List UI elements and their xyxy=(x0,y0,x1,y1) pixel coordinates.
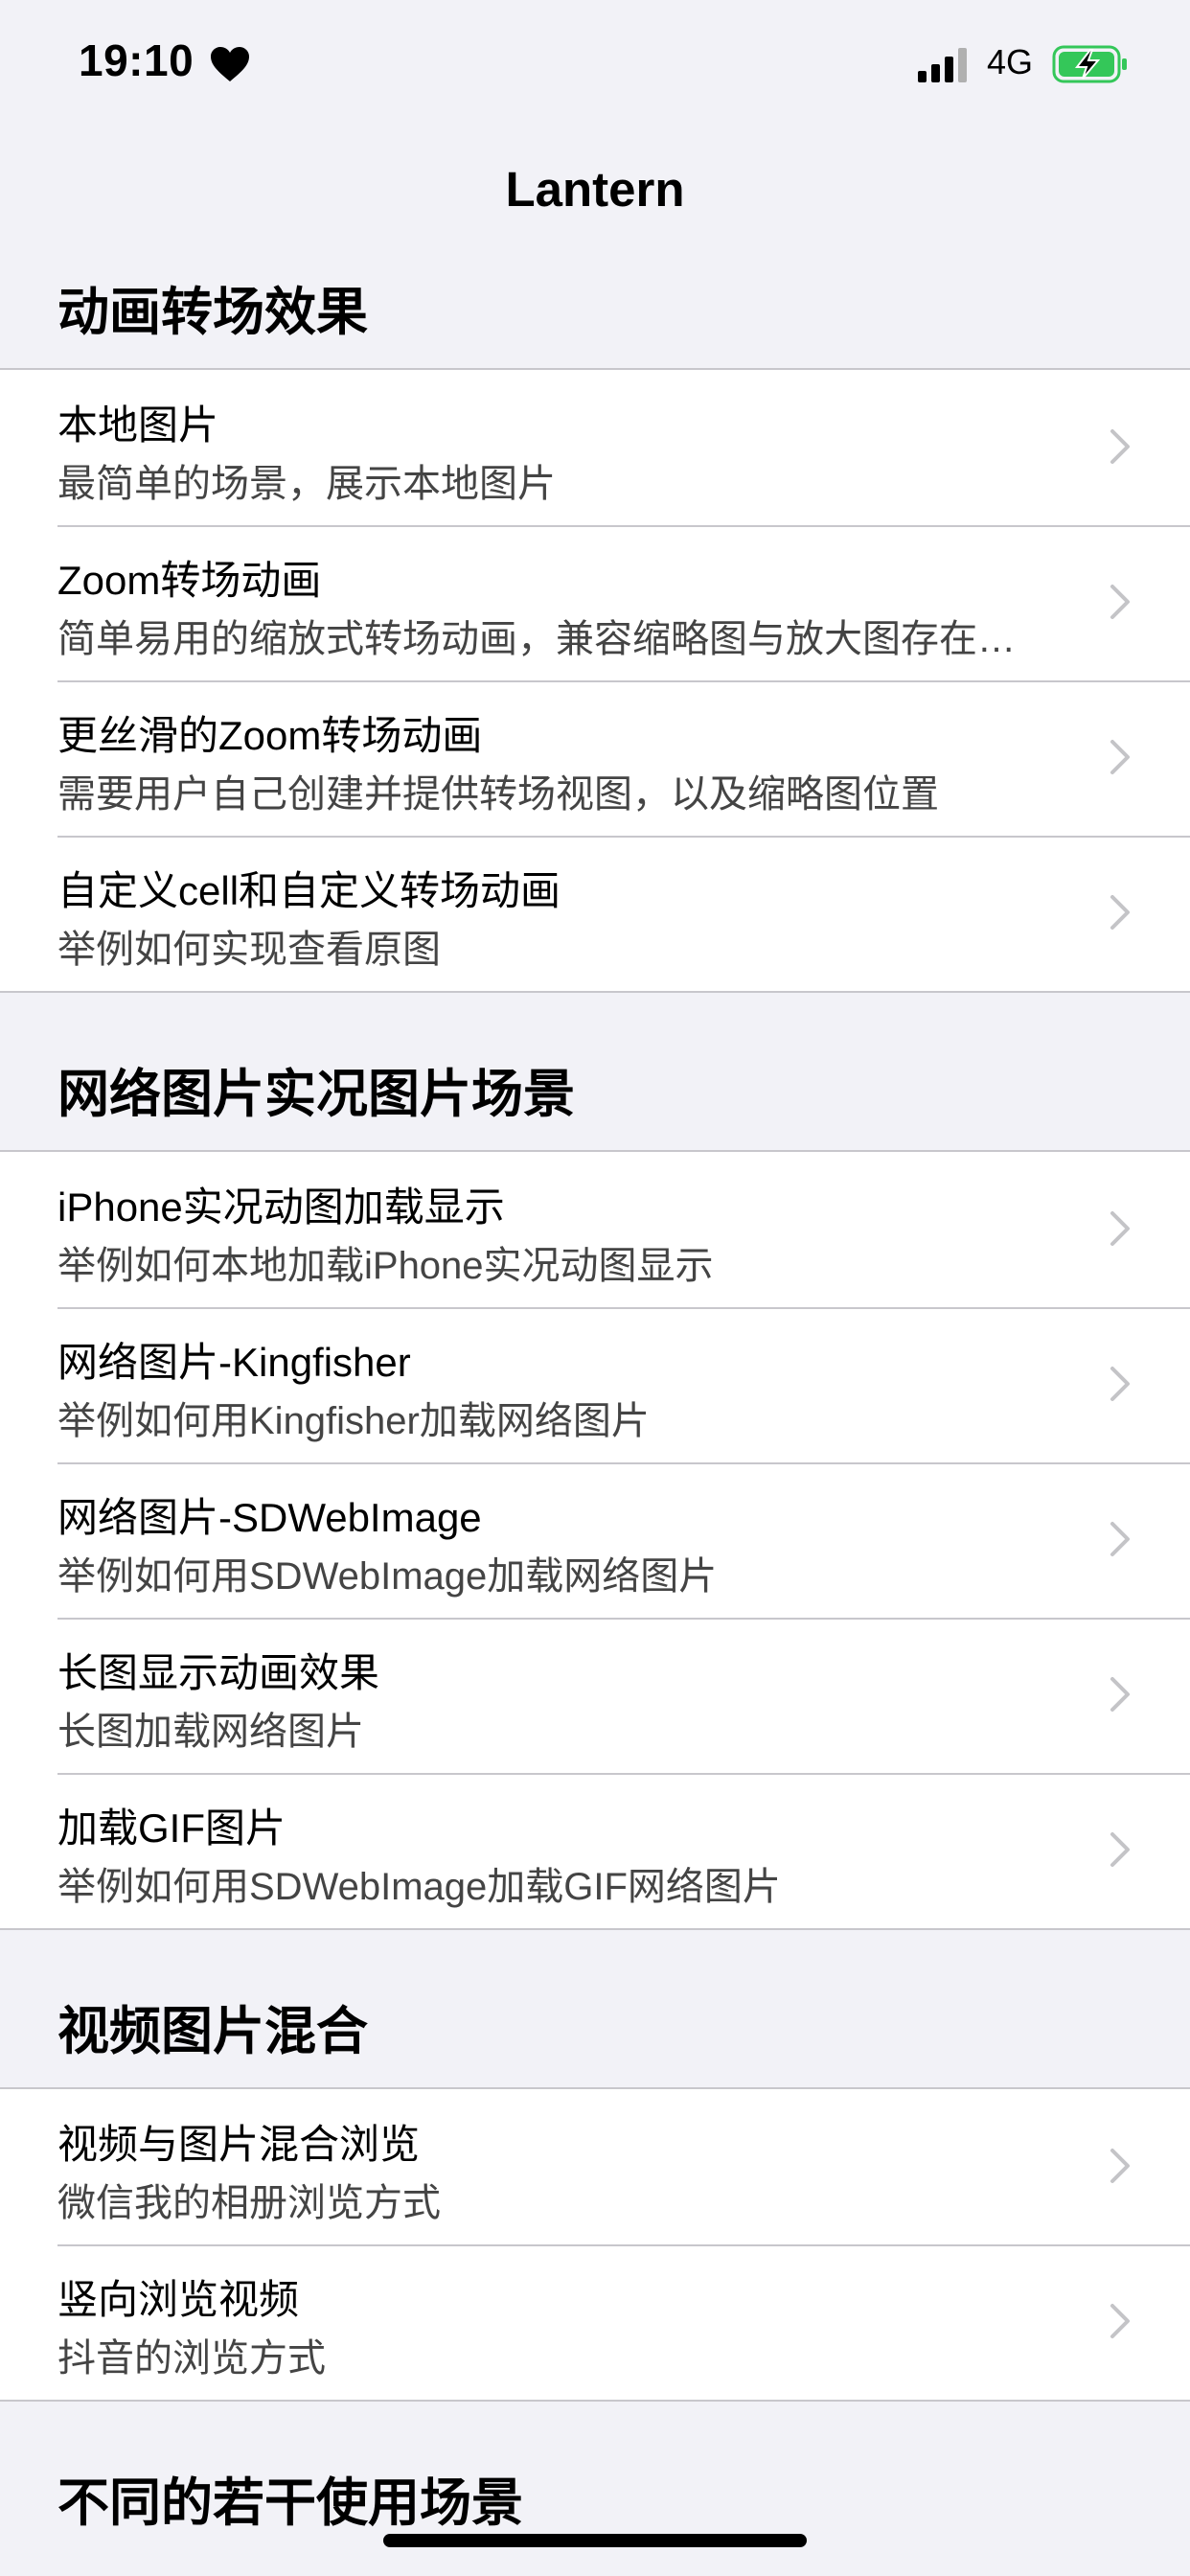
section-video-image-mix: 视频图片混合 视频与图片混合浏览 微信我的相册浏览方式 竖向浏览视频 抖音的浏览… xyxy=(0,1968,1190,2402)
row-subtitle: 需要用户自己创建并提供转场视图，以及缩略图位置 xyxy=(57,773,939,816)
table-view[interactable]: 动画转场效果 本地图片 最简单的场景，展示本地图片 Zoom转场动画 简单易用的… xyxy=(0,249,1190,2559)
home-indicator[interactable] xyxy=(383,2534,807,2547)
row-subtitle: 举例如何用SDWebImage加载网络图片 xyxy=(57,1555,718,1598)
table-row[interactable]: 视频与图片混合浏览 微信我的相册浏览方式 xyxy=(0,2089,1190,2244)
table-row[interactable]: 本地图片 最简单的场景，展示本地图片 xyxy=(0,370,1190,525)
table-row[interactable]: 网络图片-SDWebImage 举例如何用SDWebImage加载网络图片 xyxy=(0,1462,1190,1618)
section-header: 网络图片实况图片场景 xyxy=(0,1031,1190,1150)
signal-icon xyxy=(918,48,967,82)
table-row[interactable]: iPhone实况动图加载显示 举例如何本地加载iPhone实况动图显示 xyxy=(0,1152,1190,1307)
chevron-right-icon xyxy=(1110,585,1130,619)
section-body: iPhone实况动图加载显示 举例如何本地加载iPhone实况动图显示 网络图片… xyxy=(0,1150,1190,1930)
row-title: Zoom转场动画 xyxy=(57,558,322,603)
row-subtitle: 长图加载网络图片 xyxy=(57,1711,364,1753)
chevron-right-icon xyxy=(1110,1677,1130,1712)
section-body: 本地图片 最简单的场景，展示本地图片 Zoom转场动画 简单易用的缩放式转场动画… xyxy=(0,368,1190,993)
section-title: 网络图片实况图片场景 xyxy=(57,1066,575,1123)
heart-icon xyxy=(211,47,249,81)
chevron-right-icon xyxy=(1110,1832,1130,1867)
chevron-right-icon xyxy=(1110,895,1130,930)
network-type: 4G xyxy=(987,42,1034,81)
row-subtitle: 举例如何用SDWebImage加载GIF网络图片 xyxy=(57,1866,781,1908)
section-body: 视频与图片混合浏览 微信我的相册浏览方式 竖向浏览视频 抖音的浏览方式 xyxy=(0,2087,1190,2402)
table-row[interactable]: 长图显示动画效果 长图加载网络图片 xyxy=(0,1618,1190,1773)
status-bar: 19:10 4G xyxy=(0,0,1190,130)
chevron-right-icon xyxy=(1110,1367,1130,1401)
row-subtitle: 举例如何实现查看原图 xyxy=(57,929,441,971)
row-title: 视频与图片混合浏览 xyxy=(57,2122,421,2167)
row-subtitle: 抖音的浏览方式 xyxy=(57,2337,326,2380)
row-title: 网络图片-Kingfisher xyxy=(57,1340,411,1385)
chevron-right-icon xyxy=(1110,2304,1130,2338)
row-title: 更丝滑的Zoom转场动画 xyxy=(57,713,483,758)
section-header: 视频图片混合 xyxy=(0,1968,1190,2087)
row-title: 加载GIF图片 xyxy=(57,1806,286,1851)
row-subtitle: 微信我的相册浏览方式 xyxy=(57,2182,441,2224)
row-title: 自定义cell和自定义转场动画 xyxy=(57,868,561,913)
chevron-right-icon xyxy=(1110,2149,1130,2183)
row-subtitle: 最简单的场景，展示本地图片 xyxy=(57,463,556,505)
chevron-right-icon xyxy=(1110,1211,1130,1246)
table-row[interactable]: 自定义cell和自定义转场动画 举例如何实现查看原图 xyxy=(0,836,1190,991)
row-subtitle: 举例如何本地加载iPhone实况动图显示 xyxy=(57,1245,714,1287)
table-row[interactable]: 加载GIF图片 举例如何用SDWebImage加载GIF网络图片 xyxy=(0,1773,1190,1928)
row-title: 长图显示动画效果 xyxy=(57,1650,380,1695)
section-network-images: 网络图片实况图片场景 iPhone实况动图加载显示 举例如何本地加载iPhone… xyxy=(0,1031,1190,1930)
navigation-bar: Lantern xyxy=(0,130,1190,249)
section-title: 视频图片混合 xyxy=(57,2003,368,2060)
chevron-right-icon xyxy=(1110,740,1130,774)
row-title: 网络图片-SDWebImage xyxy=(57,1495,482,1540)
table-row[interactable]: Zoom转场动画 简单易用的缩放式转场动画，兼容缩略图与放大图存在不同比例的情况 xyxy=(0,525,1190,680)
row-subtitle: 简单易用的缩放式转场动画，兼容缩略图与放大图存在不同比例的情况 xyxy=(57,618,1044,660)
row-title: iPhone实况动图加载显示 xyxy=(57,1184,505,1230)
page-title: Lantern xyxy=(505,162,685,217)
table-row[interactable]: 网络图片-Kingfisher 举例如何用Kingfisher加载网络图片 xyxy=(0,1307,1190,1462)
section-animation: 动画转场效果 本地图片 最简单的场景，展示本地图片 Zoom转场动画 简单易用的… xyxy=(0,249,1190,993)
table-row[interactable]: 更丝滑的Zoom转场动画 需要用户自己创建并提供转场视图，以及缩略图位置 xyxy=(0,680,1190,836)
row-title: 竖向浏览视频 xyxy=(57,2277,300,2322)
battery-charging-icon xyxy=(1052,45,1127,83)
row-title: 本地图片 xyxy=(57,402,219,448)
section-header: 动画转场效果 xyxy=(0,249,1190,368)
chevron-right-icon xyxy=(1110,1522,1130,1556)
table-row[interactable]: 竖向浏览视频 抖音的浏览方式 xyxy=(0,2244,1190,2400)
status-time: 19:10 xyxy=(79,35,195,85)
section-title: 不同的若干使用场景 xyxy=(57,2474,523,2532)
section-title: 动画转场效果 xyxy=(57,284,368,341)
chevron-right-icon xyxy=(1110,429,1130,464)
row-subtitle: 举例如何用Kingfisher加载网络图片 xyxy=(57,1400,650,1442)
